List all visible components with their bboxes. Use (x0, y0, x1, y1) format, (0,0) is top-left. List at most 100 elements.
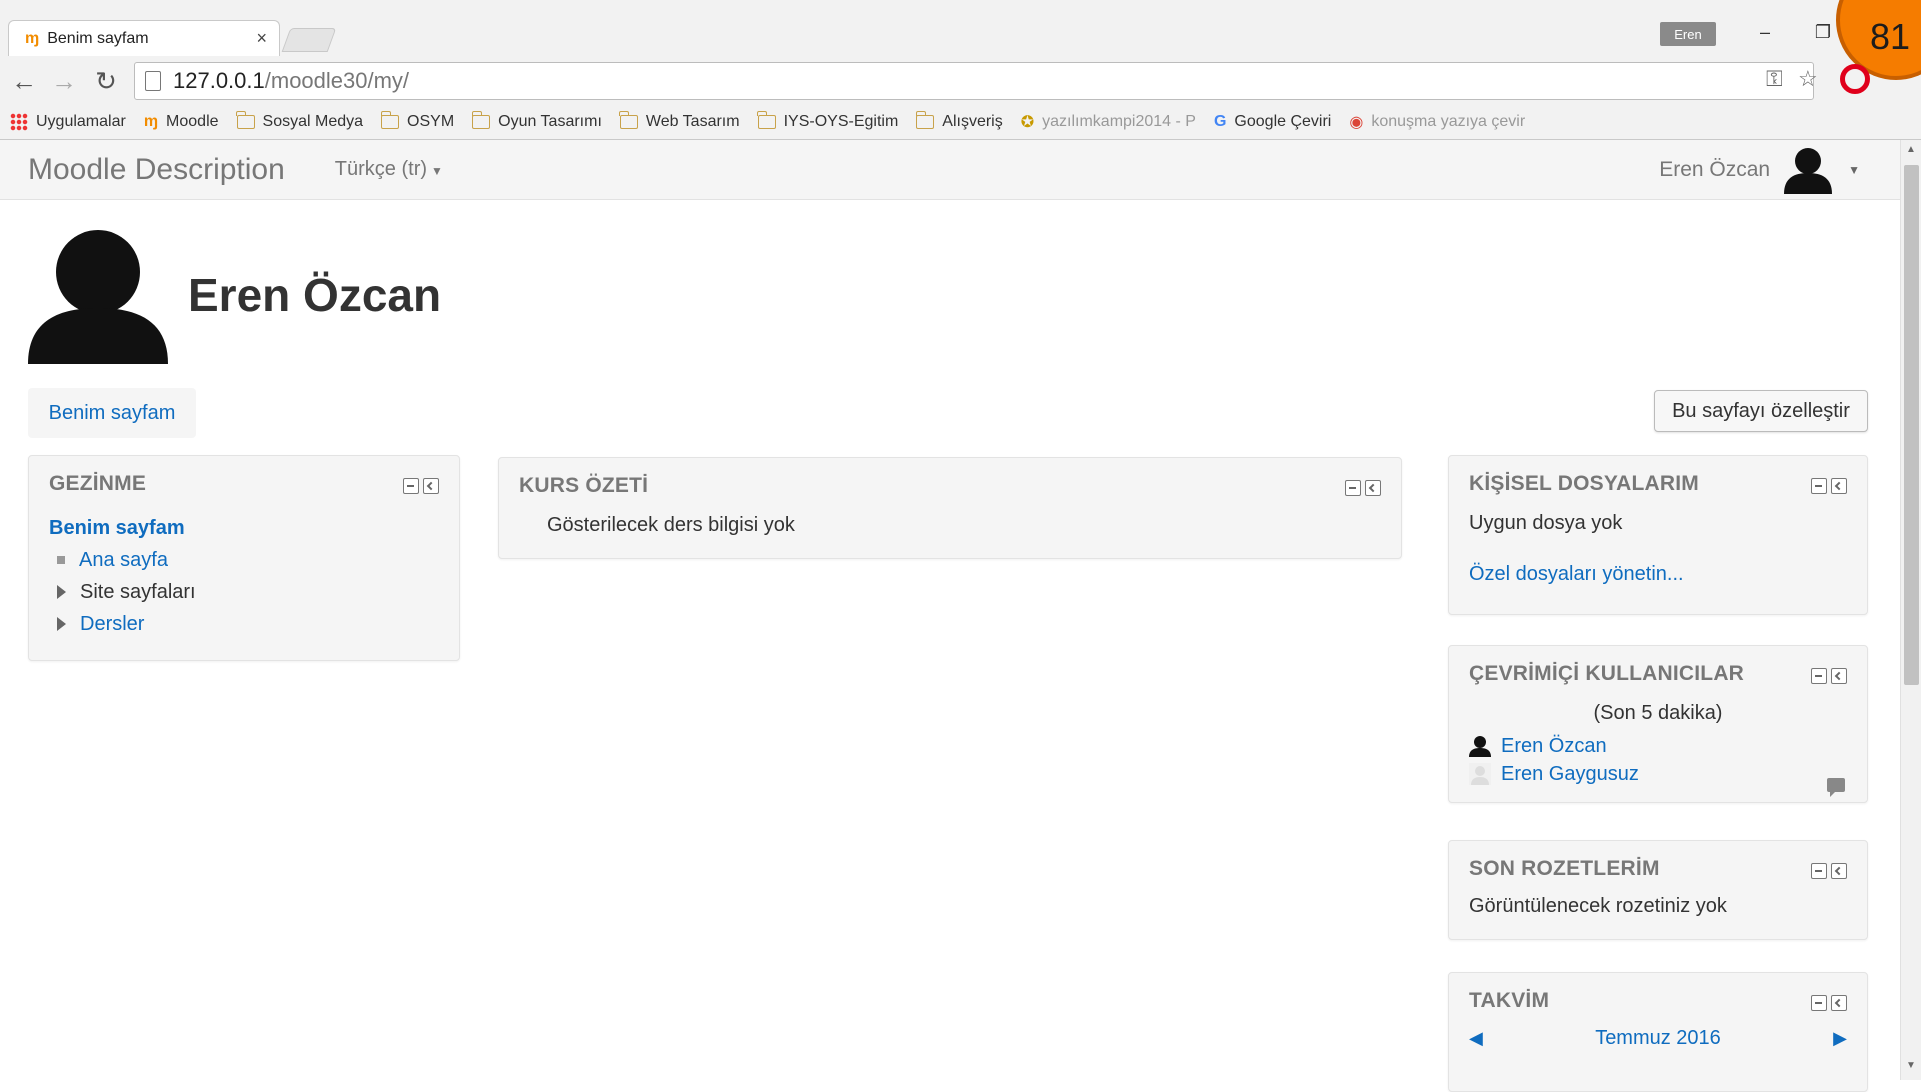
block-controls (1811, 863, 1847, 879)
bookmark-google-ceviri[interactable]: G Google Çeviri (1214, 113, 1331, 131)
page-scrollbar[interactable]: ▲ ▼ (1900, 140, 1921, 1080)
profile-badge[interactable]: Eren (1660, 22, 1716, 46)
next-month-icon[interactable]: ▶ (1833, 1028, 1847, 1049)
private-files-block: KİŞİSEL DOSYALARIM Uygun dosya yok Özel … (1448, 455, 1868, 615)
back-icon[interactable]: ← (8, 66, 40, 97)
dock-block-icon[interactable] (1831, 478, 1847, 494)
page-icon (145, 71, 161, 91)
collapse-block-icon[interactable] (1345, 480, 1361, 496)
bookmarks-bar: Uygulamalar ɱ Moodle Sosyal Medya OSYM O… (0, 106, 1921, 138)
translate-icon: G (1213, 113, 1227, 130)
site-brand[interactable]: Moodle Description (28, 153, 285, 187)
moodle-navbar: Moodle Description Türkçe (tr) ▼ Eren Özc… (0, 140, 1900, 200)
user-avatar-icon (1469, 736, 1491, 757)
dock-block-icon[interactable] (1831, 995, 1847, 1011)
overlay-number: 81 (1870, 16, 1911, 57)
collapse-block-icon[interactable] (403, 478, 419, 494)
block-title: KURS ÖZETİ (519, 474, 649, 497)
dock-block-icon[interactable] (1831, 863, 1847, 879)
expand-arrow-icon[interactable] (57, 585, 66, 599)
nav-current-my-page[interactable]: Benim sayfam (49, 517, 185, 540)
url-text: 127.0.0.1/moodle30/my/ (173, 68, 410, 93)
nav-item-courses[interactable]: Dersler (80, 613, 144, 636)
customize-page-button[interactable]: Bu sayfayı özelleştir (1654, 390, 1868, 432)
bookmark-oyun-tasarimi[interactable]: Oyun Tasarımı (471, 111, 602, 131)
folder-icon (380, 111, 400, 129)
collapse-block-icon[interactable] (1811, 668, 1827, 684)
apps-grid-icon (10, 113, 28, 131)
online-user-link[interactable]: Eren Özcan (1501, 735, 1607, 758)
key-icon[interactable]: ⚿ (1766, 66, 1783, 92)
forward-icon[interactable]: → (48, 66, 80, 97)
block-content: Benim sayfam Ana sayfa Site sayfaları De… (49, 512, 439, 640)
badges-message: Görüntülenecek rozetiniz yok (1469, 895, 1727, 917)
bookmark-apps[interactable]: Uygulamalar (10, 113, 126, 131)
scroll-down-icon[interactable]: ▼ (1906, 1060, 1916, 1071)
badges-block: SON ROZETLERİM Görüntülenecek rozetiniz … (1448, 840, 1868, 940)
nav-item-home[interactable]: Ana sayfa (79, 549, 168, 572)
scrollbar-thumb[interactable] (1904, 165, 1919, 685)
bookmark-konusma[interactable]: ◉ konuşma yazıya çevir (1349, 112, 1525, 132)
restore-icon[interactable]: ❐ (1808, 22, 1838, 43)
course-overview-message: Gösterilecek ders bilgisi yok (547, 514, 795, 536)
previous-month-icon[interactable]: ◀ (1469, 1028, 1483, 1049)
nav-item-site-pages[interactable]: Site sayfaları (80, 581, 196, 604)
folder-icon (757, 111, 776, 129)
manage-private-files-link[interactable]: Özel dosyaları yönetin... (1469, 563, 1847, 586)
navigation-block: GEZİNME Benim sayfam Ana sayfa Site sayf… (28, 455, 460, 661)
collapse-block-icon[interactable] (1811, 995, 1827, 1011)
folder-icon (471, 111, 491, 129)
folder-icon (915, 111, 935, 129)
scroll-up-icon[interactable]: ▲ (1906, 144, 1916, 155)
block-controls (1345, 480, 1381, 496)
expand-arrow-icon[interactable] (57, 617, 66, 631)
language-menu[interactable]: Türkçe (tr) ▼ (335, 158, 443, 181)
close-tab-icon[interactable]: × (256, 28, 267, 49)
calendar-month-link[interactable]: Temmuz 2016 (1595, 1027, 1721, 1050)
block-title: GEZİNME (49, 472, 147, 495)
minimize-icon[interactable]: – (1750, 22, 1780, 43)
address-bar[interactable]: 127.0.0.1/moodle30/my/ (134, 62, 1814, 100)
browser-tab[interactable]: ɱ Benim sayfam × (8, 20, 280, 56)
caret-down-icon: ▼ (431, 164, 443, 178)
moodle-page: Moodle Description Türkçe (tr) ▼ Eren Özc… (0, 140, 1900, 1092)
reload-icon[interactable]: ↻ (90, 66, 122, 97)
private-files-message: Uygun dosya yok (1469, 512, 1623, 534)
block-title: SON ROZETLERİM (1469, 857, 1660, 880)
online-user-link[interactable]: Eren Gaygusuz (1501, 763, 1639, 786)
folder-icon (236, 111, 255, 129)
user-avatar-icon (1784, 148, 1833, 194)
block-title: KİŞİSEL DOSYALARIM (1469, 472, 1699, 495)
course-overview-block: KURS ÖZETİ Gösterilecek ders bilgisi yok (498, 457, 1402, 559)
address-row: ← → ↻ 127.0.0.1/moodle30/my/ ⚿ ☆ (0, 58, 1921, 104)
bookmark-sosyal-medya[interactable]: Sosyal Medya (236, 111, 363, 131)
bookmark-osym[interactable]: OSYM (380, 111, 454, 131)
collapse-block-icon[interactable] (1811, 478, 1827, 494)
bookmark-alisveris[interactable]: Alışveriş (915, 111, 1003, 131)
dock-block-icon[interactable] (1831, 668, 1847, 684)
block-controls (1811, 478, 1847, 494)
collapse-block-icon[interactable] (1811, 863, 1827, 879)
folder-icon (619, 111, 638, 129)
user-menu[interactable]: Eren Özcan ▼ (1659, 140, 1860, 200)
dock-block-icon[interactable] (1365, 480, 1381, 496)
bookmark-moodle[interactable]: ɱ Moodle (144, 113, 219, 131)
block-controls (1811, 668, 1847, 684)
browser-chrome: ɱ Benim sayfam × Eren – ❐ 81 ← → ↻ 127.0… (0, 0, 1921, 140)
dock-block-icon[interactable] (423, 478, 439, 494)
message-icon[interactable] (1827, 778, 1845, 797)
bookmark-yazilimkampi[interactable]: ✪ yazılımkampi2014 - P (1021, 112, 1196, 132)
new-tab-button[interactable] (281, 28, 337, 52)
user-menu-name: Eren Özcan (1659, 158, 1771, 181)
online-user-row: Eren Gaygusuz (1469, 760, 1847, 788)
block-content: Uygun dosya yok Özel dosyaları yönetin..… (1469, 512, 1847, 586)
default-avatar-icon (1469, 763, 1491, 785)
online-user-row: Eren Özcan (1469, 732, 1847, 760)
block-controls (1811, 995, 1847, 1011)
star-icon[interactable]: ☆ (1798, 66, 1818, 92)
bookmark-iys-oys[interactable]: IYS-OYS-Egitim (757, 111, 898, 131)
bookmark-web-tasarim[interactable]: Web Tasarım (619, 111, 740, 131)
opera-icon[interactable] (1840, 64, 1870, 94)
chrome-icon: ◉ (1349, 114, 1364, 131)
breadcrumb-my-page[interactable]: Benim sayfam (28, 388, 196, 438)
